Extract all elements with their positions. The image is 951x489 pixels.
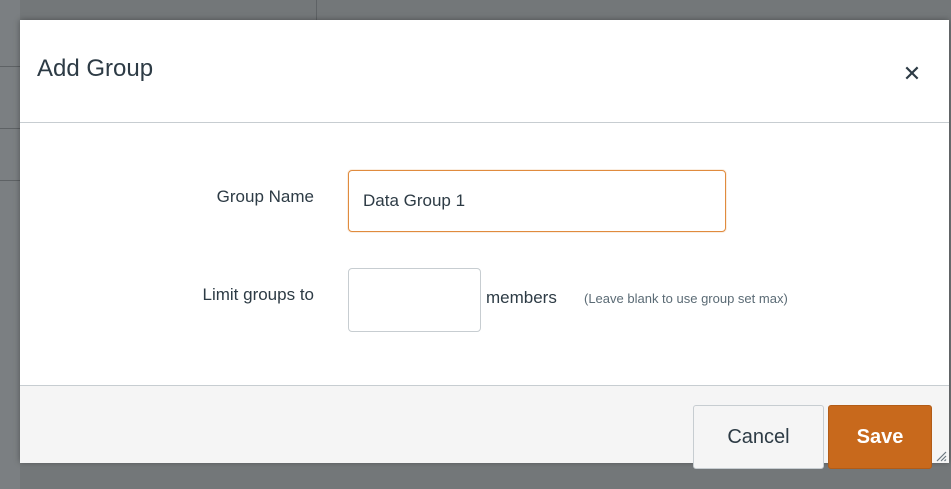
limit-groups-label: Limit groups to xyxy=(202,285,315,304)
dialog-header: Add Group ✕ xyxy=(20,20,949,123)
dialog-footer: Cancel Save xyxy=(20,385,949,469)
limit-members-input[interactable] xyxy=(348,268,481,332)
dialog-title: Add Group xyxy=(37,55,154,82)
cancel-button[interactable]: Cancel xyxy=(693,405,824,469)
close-button[interactable]: ✕ xyxy=(897,59,927,89)
background-divider xyxy=(0,180,20,181)
background-strip xyxy=(0,0,20,489)
limit-hint: (Leave blank to use group set max) xyxy=(584,291,788,306)
background-divider xyxy=(0,66,20,67)
save-button[interactable]: Save xyxy=(828,405,932,469)
background-divider xyxy=(0,128,20,129)
group-name-label: Group Name xyxy=(216,187,314,206)
resize-handle-icon[interactable] xyxy=(935,450,947,462)
close-icon: ✕ xyxy=(902,61,922,86)
add-group-dialog: Add Group ✕ Group Name Limit groups to m… xyxy=(20,20,949,469)
group-name-input[interactable] xyxy=(348,170,726,232)
background-divider xyxy=(316,0,317,20)
members-label: members xyxy=(486,288,557,307)
